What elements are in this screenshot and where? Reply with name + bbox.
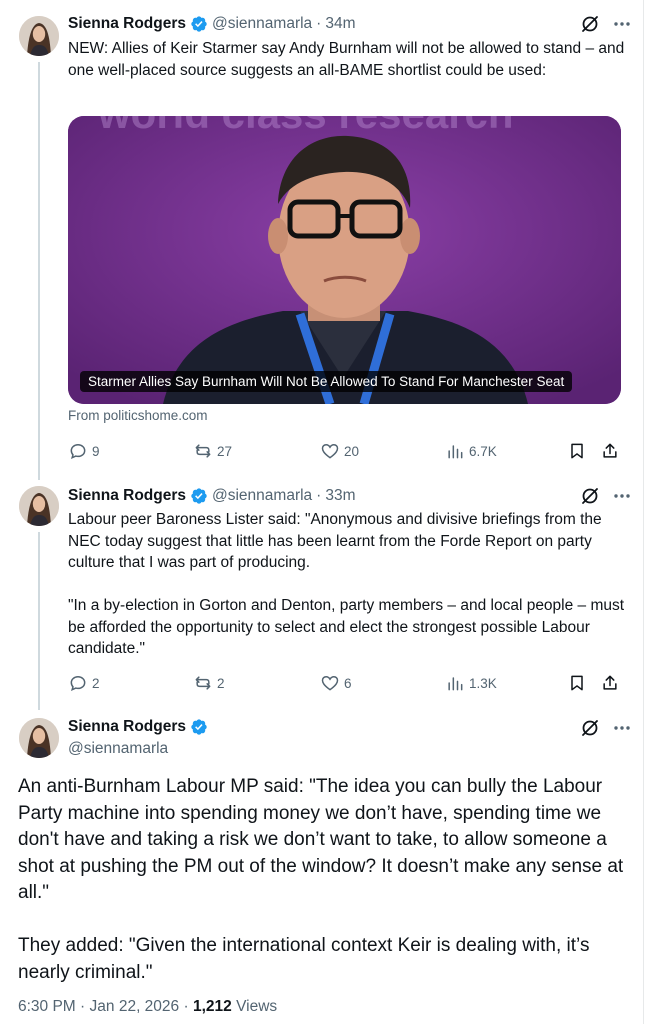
- heart-icon: [321, 443, 339, 459]
- verified-badge-icon[interactable]: [190, 487, 208, 505]
- tweet-header-actions: [580, 718, 632, 738]
- separator-dot: ·: [316, 487, 322, 504]
- views-count: 6.7K: [469, 443, 497, 459]
- verified-badge-icon[interactable]: [190, 15, 208, 33]
- views-chart-icon: [448, 445, 463, 459]
- like-button[interactable]: 20: [320, 439, 359, 463]
- bookmark-button[interactable]: [567, 671, 587, 695]
- separator-dot: ·: [80, 998, 86, 1015]
- tweet-actions: 9 27 20 6.7K: [68, 439, 624, 463]
- more-options-icon[interactable]: [612, 486, 632, 506]
- repost-icon: [195, 676, 211, 690]
- tweet-text: Labour peer Baroness Lister said: "Anony…: [68, 511, 625, 657]
- like-count: 20: [344, 443, 360, 459]
- more-options-icon[interactable]: [612, 14, 632, 34]
- share-button[interactable]: [600, 671, 620, 695]
- separator-dot: ·: [316, 15, 322, 32]
- separator-dot: ·: [183, 998, 189, 1015]
- like-count: 6: [344, 675, 352, 691]
- views-button[interactable]: 6.7K: [445, 439, 497, 463]
- share-button[interactable]: [600, 439, 620, 463]
- author-handle[interactable]: @siennamarla: [212, 15, 312, 33]
- timeline-border: [643, 0, 644, 1024]
- tweet-time[interactable]: 33m: [325, 487, 355, 505]
- grok-icon[interactable]: [580, 486, 600, 506]
- share-icon: [603, 443, 617, 458]
- avatar[interactable]: [19, 16, 59, 56]
- author-handle[interactable]: @siennamarla: [212, 487, 312, 505]
- verified-badge-icon[interactable]: [190, 718, 208, 736]
- tweet-date[interactable]: Jan 22, 2026: [90, 998, 180, 1015]
- author-name[interactable]: Sienna Rodgers: [68, 487, 186, 505]
- card-background-text: world class research: [97, 116, 514, 137]
- main-tweet-handle-row: @siennamarla: [68, 737, 168, 761]
- views-chart-icon: [448, 677, 463, 691]
- views-count: 1.3K: [469, 675, 497, 691]
- author-handle[interactable]: @siennamarla: [68, 740, 168, 758]
- repost-icon: [195, 444, 211, 458]
- tweet-header-actions: [580, 486, 632, 506]
- grok-icon[interactable]: [580, 14, 600, 34]
- reply-icon: [70, 675, 86, 691]
- share-icon: [603, 675, 617, 690]
- tweet-timestamp[interactable]: 6:30 PM: [18, 998, 76, 1015]
- views-button[interactable]: 1.3K: [445, 671, 497, 695]
- grok-icon[interactable]: [580, 718, 600, 738]
- reply-icon: [70, 443, 86, 459]
- like-button[interactable]: 6: [320, 671, 352, 695]
- author-name[interactable]: Sienna Rodgers: [68, 718, 186, 736]
- more-options-icon[interactable]: [612, 718, 632, 738]
- tweet-meta: 6:30 PM · Jan 22, 2026 · 1,212 Views: [18, 998, 277, 1016]
- views-total: 1,212: [192, 998, 232, 1015]
- bookmark-icon: [571, 675, 583, 691]
- bookmark-icon: [571, 443, 583, 459]
- tweet-time[interactable]: 34m: [325, 15, 355, 33]
- tweet-actions: 2 2 6 1.3K: [68, 671, 624, 695]
- tweet-header: Sienna Rodgers @siennamarla · 33m: [68, 484, 356, 508]
- main-tweet-author: Sienna Rodgers: [68, 715, 212, 739]
- avatar[interactable]: [19, 718, 59, 758]
- bookmark-button[interactable]: [567, 439, 587, 463]
- repost-count: 2: [217, 675, 225, 691]
- card-image: world class research: [68, 116, 621, 404]
- repost-count: 27: [217, 443, 233, 459]
- card-source[interactable]: From politicshome.com: [68, 408, 208, 423]
- thread-line: [38, 62, 40, 480]
- avatar[interactable]: [19, 486, 59, 526]
- author-name[interactable]: Sienna Rodgers: [68, 15, 186, 33]
- main-tweet-text: An anti-Burnham Labour MP said: "The ide…: [18, 776, 624, 983]
- card-caption: Starmer Allies Say Burnham Will Not Be A…: [80, 371, 573, 392]
- tweet-text: NEW: Allies of Keir Starmer say Andy Bur…: [68, 40, 625, 79]
- tweet-header-actions: [580, 14, 632, 34]
- reply-button[interactable]: 9: [68, 439, 100, 463]
- reply-count: 2: [92, 675, 100, 691]
- repost-button[interactable]: 2: [193, 671, 225, 695]
- heart-icon: [321, 675, 339, 691]
- thread-line: [38, 532, 40, 710]
- reply-count: 9: [92, 443, 100, 459]
- link-card[interactable]: world class research Starmer Allies S: [68, 116, 621, 404]
- reply-button[interactable]: 2: [68, 671, 100, 695]
- repost-button[interactable]: 27: [193, 439, 232, 463]
- views-label: Views: [236, 998, 278, 1015]
- tweet-header: Sienna Rodgers @siennamarla · 34m: [68, 12, 356, 36]
